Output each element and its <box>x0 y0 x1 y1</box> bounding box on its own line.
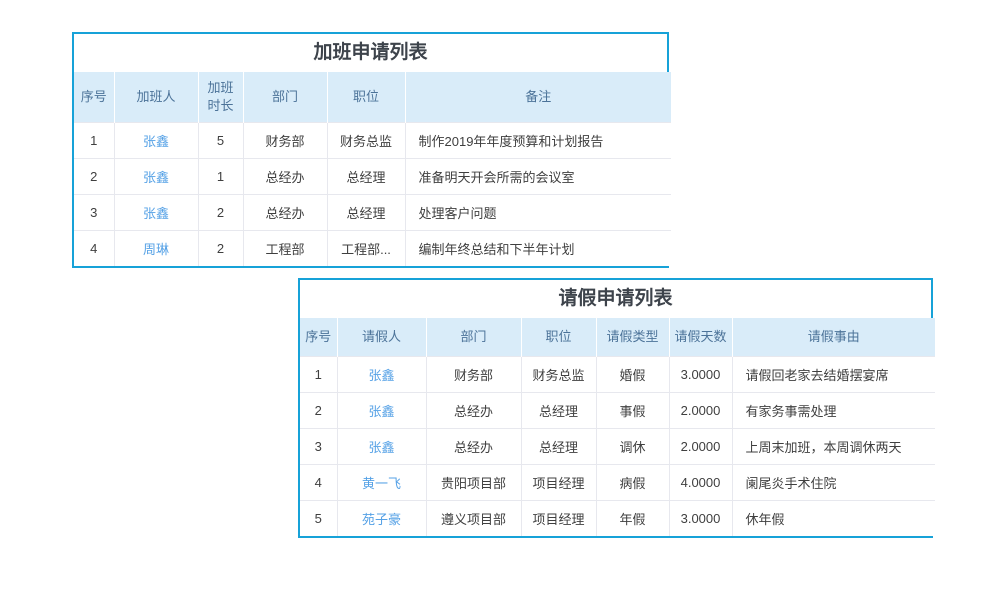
table-cell: 张鑫 <box>114 122 198 158</box>
table-cell: 2 <box>198 194 243 230</box>
table-cell: 总经理 <box>521 392 596 428</box>
header-row: 序号加班人加班时长部门职位备注 <box>74 72 671 122</box>
table-cell: 1 <box>300 356 337 392</box>
table-row: 2 张鑫 总经办总经理事假2.0000有家务事需处理 <box>300 392 935 428</box>
table-cell: 4 <box>74 230 114 266</box>
column-header: 序号 <box>74 72 114 122</box>
table-row: 3 张鑫 总经办总经理调休2.0000上周末加班，本周调休两天 <box>300 428 935 464</box>
column-header: 部门 <box>243 72 327 122</box>
leave-table: 序号请假人部门职位请假类型请假天数请假事由1张鑫财务部财务总监婚假3.0000请… <box>300 318 935 536</box>
table-row: 1 张鑫 财务部财务总监婚假3.0000请假回老家去结婚摆宴席 <box>300 356 935 392</box>
table-cell: 贵阳项目部 <box>426 464 521 500</box>
table-row: 2 张鑫 1总经办总经理准备明天开会所需的会议室 <box>74 158 671 194</box>
column-header: 请假类型 <box>596 318 669 356</box>
table-row: 4 周琳 2工程部工程部...编制年终总结和下半年计划 <box>74 230 671 266</box>
table-cell: 5 <box>198 122 243 158</box>
column-header: 请假天数 <box>669 318 732 356</box>
overtime-request-panel: 加班申请列表 序号加班人加班时长部门职位备注1张鑫5财务部财务总监制作2019年… <box>72 32 669 268</box>
table-cell: 总经办 <box>243 158 327 194</box>
table-cell: 4 <box>300 464 337 500</box>
table-cell: 总经办 <box>426 428 521 464</box>
table-cell: 3.0000 <box>669 356 732 392</box>
table-cell: 总经理 <box>521 428 596 464</box>
table-cell: 财务总监 <box>521 356 596 392</box>
table-cell: 苑子豪 <box>337 500 426 536</box>
table-cell: 事假 <box>596 392 669 428</box>
table-cell: 周琳 <box>114 230 198 266</box>
table-cell: 张鑫 <box>337 428 426 464</box>
table-cell: 处理客户问题 <box>405 194 671 230</box>
table-cell: 总经理 <box>327 158 405 194</box>
table-cell: 4.0000 <box>669 464 732 500</box>
table-cell: 黄一飞 <box>337 464 426 500</box>
table-cell: 上周末加班，本周调休两天 <box>732 428 935 464</box>
table-cell: 2 <box>198 230 243 266</box>
leave-request-panel: 请假申请列表 序号请假人部门职位请假类型请假天数请假事由1张鑫财务部财务总监婚假… <box>298 278 933 538</box>
table-cell: 请假回老家去结婚摆宴席 <box>732 356 935 392</box>
table-cell: 调休 <box>596 428 669 464</box>
table-cell: 编制年终总结和下半年计划 <box>405 230 671 266</box>
table-cell: 遵义项目部 <box>426 500 521 536</box>
person-name-link[interactable]: 张鑫 <box>368 368 394 383</box>
table-cell: 张鑫 <box>337 392 426 428</box>
table-cell: 1 <box>198 158 243 194</box>
table-cell: 总经理 <box>327 194 405 230</box>
table-cell: 财务部 <box>243 122 327 158</box>
table-cell: 阑尾炎手术住院 <box>732 464 935 500</box>
table-cell: 休年假 <box>732 500 935 536</box>
table-cell: 总经办 <box>426 392 521 428</box>
table-cell: 工程部... <box>327 230 405 266</box>
person-name-link[interactable]: 苑子豪 <box>362 512 401 527</box>
table-cell: 财务总监 <box>327 122 405 158</box>
table-cell: 2.0000 <box>669 428 732 464</box>
table-cell: 2 <box>74 158 114 194</box>
column-header: 职位 <box>327 72 405 122</box>
overtime-table: 序号加班人加班时长部门职位备注1张鑫5财务部财务总监制作2019年年度预算和计划… <box>74 72 671 266</box>
table-cell: 准备明天开会所需的会议室 <box>405 158 671 194</box>
overtime-table-title: 加班申请列表 <box>74 34 667 72</box>
table-cell: 张鑫 <box>337 356 426 392</box>
table-cell: 总经办 <box>243 194 327 230</box>
table-cell: 5 <box>300 500 337 536</box>
column-header: 职位 <box>521 318 596 356</box>
table-row: 4 黄一飞 贵阳项目部项目经理病假4.0000阑尾炎手术住院 <box>300 464 935 500</box>
table-row: 3 张鑫 2总经办总经理处理客户问题 <box>74 194 671 230</box>
person-name-link[interactable]: 张鑫 <box>368 404 394 419</box>
leave-table-title: 请假申请列表 <box>300 280 931 318</box>
table-cell: 张鑫 <box>114 158 198 194</box>
table-cell: 有家务事需处理 <box>732 392 935 428</box>
person-name-link[interactable]: 张鑫 <box>143 206 169 221</box>
column-header: 序号 <box>300 318 337 356</box>
table-cell: 制作2019年年度预算和计划报告 <box>405 122 671 158</box>
table-cell: 3 <box>74 194 114 230</box>
table-cell: 项目经理 <box>521 500 596 536</box>
table-cell: 2 <box>300 392 337 428</box>
person-name-link[interactable]: 张鑫 <box>368 440 394 455</box>
table-cell: 年假 <box>596 500 669 536</box>
header-row: 序号请假人部门职位请假类型请假天数请假事由 <box>300 318 935 356</box>
column-header: 请假事由 <box>732 318 935 356</box>
person-name-link[interactable]: 黄一飞 <box>362 476 401 491</box>
table-cell: 3.0000 <box>669 500 732 536</box>
table-cell: 财务部 <box>426 356 521 392</box>
person-name-link[interactable]: 张鑫 <box>143 134 169 149</box>
table-cell: 1 <box>74 122 114 158</box>
table-cell: 3 <box>300 428 337 464</box>
table-cell: 张鑫 <box>114 194 198 230</box>
page-canvas: 加班申请列表 序号加班人加班时长部门职位备注1张鑫5财务部财务总监制作2019年… <box>0 0 1000 600</box>
column-header: 加班时长 <box>198 72 243 122</box>
table-cell: 病假 <box>596 464 669 500</box>
column-header: 部门 <box>426 318 521 356</box>
table-row: 5 苑子豪 遵义项目部项目经理年假3.0000休年假 <box>300 500 935 536</box>
column-header: 备注 <box>405 72 671 122</box>
column-header: 加班人 <box>114 72 198 122</box>
person-name-link[interactable]: 张鑫 <box>143 170 169 185</box>
table-cell: 婚假 <box>596 356 669 392</box>
table-cell: 工程部 <box>243 230 327 266</box>
person-name-link[interactable]: 周琳 <box>143 242 169 257</box>
table-cell: 2.0000 <box>669 392 732 428</box>
column-header: 请假人 <box>337 318 426 356</box>
table-cell: 项目经理 <box>521 464 596 500</box>
table-row: 1 张鑫 5财务部财务总监制作2019年年度预算和计划报告 <box>74 122 671 158</box>
